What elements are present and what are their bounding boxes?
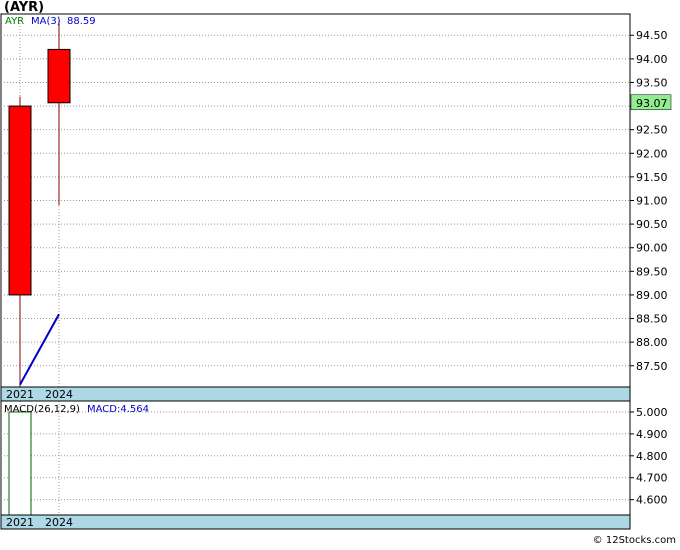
price-tick-label: 89.00: [636, 289, 668, 302]
price-tick-label: 93.50: [636, 76, 668, 89]
price-tick-label: 94.00: [636, 53, 668, 66]
price-tick-label: 92.50: [636, 124, 668, 137]
macd-tick-label: 4.700: [636, 472, 668, 485]
legend-macd-value: MACD:4.564: [87, 404, 149, 415]
macd-tick-label: 4.600: [636, 494, 668, 507]
chart-canvas: (AYR) 87.50 88.00 88.50 89.00 89.50 90.00 90.50…: [0, 0, 676, 546]
last-price-label: 93.07: [636, 97, 668, 110]
price-tick-label: 88.00: [636, 336, 668, 349]
price-tick-label: 91.50: [636, 171, 668, 184]
footer-copyright: © 12Stocks.com: [593, 535, 676, 546]
macd-panel-frame: [0, 400, 631, 516]
macd-tick-label: 4.800: [636, 450, 668, 463]
price-tick-label: 90.00: [636, 242, 668, 255]
price-tick-label: 91.00: [636, 195, 668, 208]
price-date-band: [0, 386, 631, 402]
price-tick-label: 87.50: [636, 360, 668, 373]
macd-date-band: [0, 514, 631, 530]
macd-x-tick-label: 2024: [45, 516, 73, 529]
price-tick-label: 88.50: [636, 313, 668, 326]
price-x-tick-label: 2024: [45, 388, 73, 401]
price-tick-label: 90.50: [636, 218, 668, 231]
legend-ma-label: MA(3): [31, 16, 61, 27]
stock-chart: (AYR) 87.50 88.00 88.50 89.00 89.50 90.00 90.50…: [0, 0, 680, 546]
macd-tick-label: 4.900: [636, 428, 668, 441]
chart-title: (AYR): [4, 0, 44, 15]
legend-ticker: AYR: [5, 16, 24, 27]
legend-ma-value: 88.59: [67, 16, 96, 27]
legend-macd-label: MACD(26,12,9): [4, 404, 80, 415]
price-tick-label: 92.00: [636, 147, 668, 160]
macd-tick-label: 5.000: [636, 406, 668, 419]
price-tick-label: 89.50: [636, 265, 668, 278]
price-tick-label: 94.50: [636, 29, 668, 42]
macd-x-tick-label: 2021: [6, 516, 34, 529]
macd-bar: [8, 411, 32, 516]
candle-body: [8, 105, 32, 296]
price-x-tick-label: 2021: [6, 388, 34, 401]
candle-body: [47, 48, 71, 104]
